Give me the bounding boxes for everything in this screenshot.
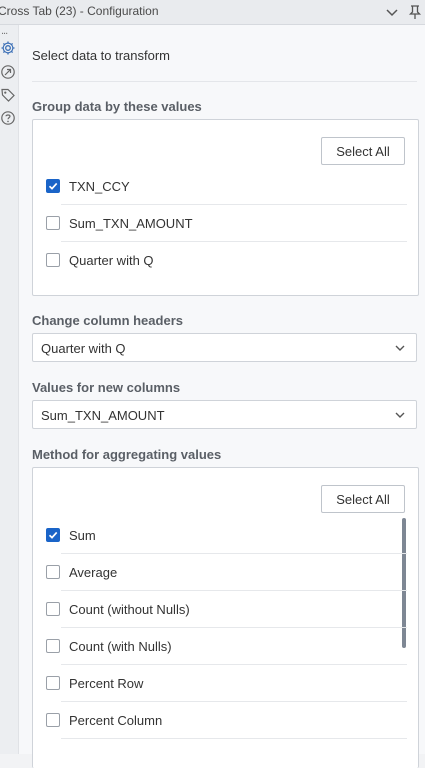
- method-item-percent-row[interactable]: Percent Row: [33, 665, 407, 702]
- group-values-box: Select All TXN_CCY Sum_TXN_AMOUNT Quarte…: [32, 119, 419, 296]
- method-item-sum[interactable]: Sum: [33, 517, 407, 554]
- checkbox[interactable]: [46, 713, 60, 727]
- divider: [32, 81, 417, 82]
- method-item-label: Count (without Nulls): [69, 602, 190, 617]
- method-item-percent-column[interactable]: Percent Column: [33, 702, 407, 739]
- values-dropdown[interactable]: Sum_TXN_AMOUNT: [32, 400, 417, 429]
- title-bar: Cross Tab (23) - Configuration: [0, 0, 425, 25]
- chevron-down-icon[interactable]: [384, 4, 400, 20]
- group-item-label: TXN_CCY: [69, 179, 130, 194]
- tag-icon[interactable]: [0, 87, 16, 103]
- method-item-count-without-nulls[interactable]: Count (without Nulls): [33, 591, 407, 628]
- method-section-label: Method for aggregating values: [32, 447, 222, 462]
- group-item-label: Quarter with Q: [69, 253, 154, 268]
- values-section-label: Values for new columns: [32, 380, 181, 395]
- share-arrow-icon[interactable]: [0, 64, 16, 80]
- group-item-label: Sum_TXN_AMOUNT: [69, 216, 193, 231]
- method-item-label: Percent Row: [69, 676, 144, 691]
- checkbox[interactable]: [46, 216, 60, 230]
- more-dots[interactable]: ...: [1, 25, 8, 37]
- window-title: Cross Tab (23) - Configuration: [0, 4, 159, 18]
- method-item-label: Percent Column: [69, 713, 163, 728]
- group-section-label: Group data by these values: [32, 99, 202, 114]
- method-item-average[interactable]: Average: [33, 554, 407, 591]
- group-item-sum-txn-amount[interactable]: Sum_TXN_AMOUNT: [33, 205, 407, 242]
- chevron-down-icon: [395, 345, 405, 351]
- check-icon: [48, 182, 58, 190]
- method-item-count-with-nulls[interactable]: Count (with Nulls): [33, 628, 407, 665]
- values-value: Sum_TXN_AMOUNT: [41, 408, 165, 423]
- checkbox[interactable]: [46, 565, 60, 579]
- chevron-down-icon: [395, 412, 405, 418]
- method-item-label: Average: [69, 565, 118, 580]
- column-headers-dropdown[interactable]: Quarter with Q: [32, 333, 417, 362]
- method-select-all-button[interactable]: Select All: [321, 485, 405, 513]
- group-item-quarter-with-q[interactable]: Quarter with Q: [33, 242, 407, 279]
- gear-icon[interactable]: [0, 40, 16, 56]
- checkbox-checked[interactable]: [46, 179, 60, 193]
- help-icon[interactable]: [0, 110, 16, 126]
- method-box: Select All Sum Average Count (without Nu…: [32, 467, 419, 768]
- checkbox[interactable]: [46, 253, 60, 267]
- check-icon: [48, 531, 58, 539]
- checkbox[interactable]: [46, 676, 60, 690]
- column-headers-value: Quarter with Q: [41, 341, 126, 356]
- headers-section-label: Change column headers: [32, 313, 183, 328]
- pin-icon[interactable]: [407, 4, 423, 20]
- method-item-label: Sum: [69, 528, 96, 543]
- side-rail: ...: [0, 25, 19, 754]
- configuration-panel: Select data to transform Group data by t…: [19, 25, 425, 768]
- method-item-label: Count (with Nulls): [69, 639, 172, 654]
- checkbox-checked[interactable]: [46, 528, 60, 542]
- group-item-txn-ccy[interactable]: TXN_CCY: [33, 168, 407, 205]
- panel-subtitle: Select data to transform: [32, 48, 171, 63]
- checkbox[interactable]: [46, 602, 60, 616]
- group-select-all-button[interactable]: Select All: [321, 137, 405, 165]
- checkbox[interactable]: [46, 639, 60, 653]
